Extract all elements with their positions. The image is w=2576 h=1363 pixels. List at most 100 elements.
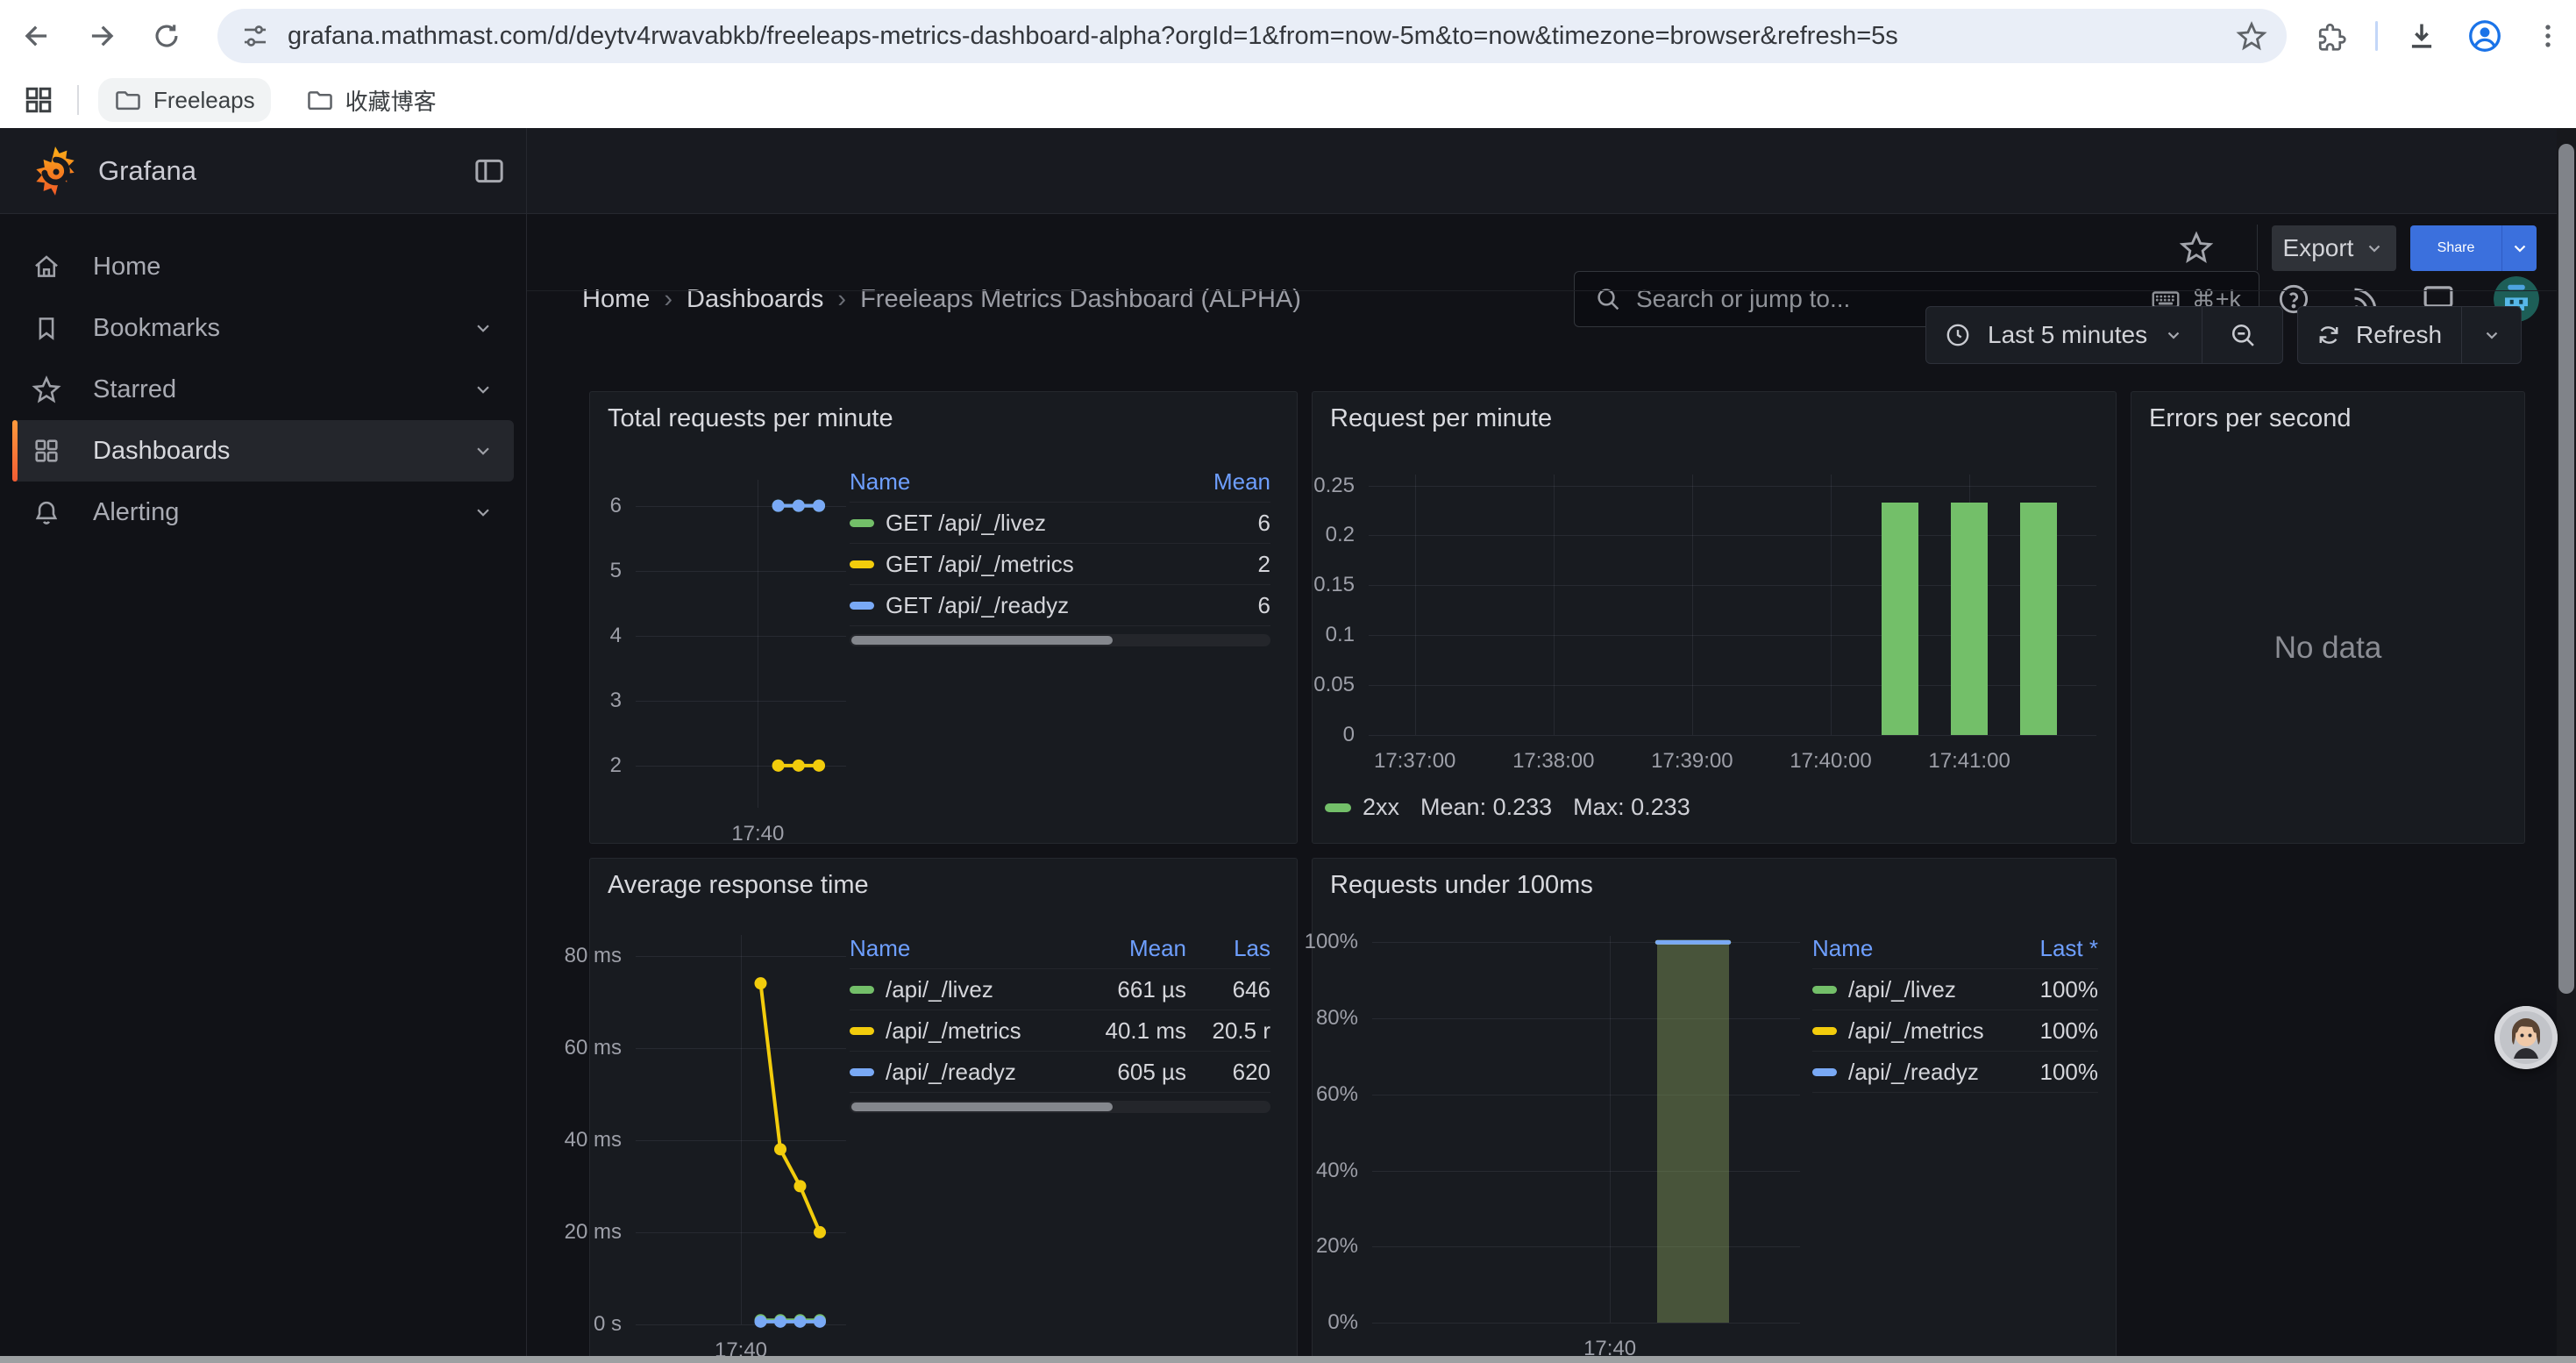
legend-series[interactable]: /api/_/readyz (850, 1059, 1058, 1086)
legend-header[interactable]: Name (850, 468, 1174, 496)
share-button[interactable]: Share (2410, 225, 2537, 271)
legend-series[interactable]: /api/_/livez (850, 976, 1058, 1003)
star-icon (2179, 230, 2214, 265)
browser-forward-button[interactable] (82, 17, 121, 55)
panel-title[interactable]: Total requests per minute (608, 404, 893, 433)
downloads-button[interactable] (2402, 17, 2441, 55)
legend-scrollbar-thumb[interactable] (851, 1103, 1113, 1111)
legend-inline: 2xx Mean: 0.233 Max: 0.233 (1325, 794, 1690, 821)
legend-series[interactable]: /api/_/metrics (850, 1017, 1058, 1045)
grid-icon (32, 436, 61, 466)
y-axis-tick: 0.25 (1313, 474, 1355, 498)
favorite-dashboard-button[interactable] (2179, 230, 2214, 265)
gridline (1369, 486, 2096, 487)
y-axis-tick: 0 s (594, 1312, 622, 1337)
legend-header[interactable]: Las (1186, 935, 1270, 962)
legend-series[interactable]: /api/_/livez (1812, 976, 2002, 1003)
page-scrollbar-thumb[interactable] (2558, 144, 2574, 994)
browser-back-button[interactable] (18, 17, 56, 55)
page-scrollbar (2557, 128, 2576, 1356)
legend-header[interactable]: Last * (2002, 935, 2098, 962)
legend-row: /api/_/readyz605 µs620 (850, 1052, 1270, 1093)
apps-grid-button[interactable] (23, 84, 54, 116)
legend-row: GET /api/_/livez6 (850, 503, 1270, 544)
browser-profile-button[interactable] (2466, 17, 2504, 55)
series-name: GET /api/_/readyz (886, 592, 1069, 619)
legend-series[interactable]: GET /api/_/readyz (850, 592, 1174, 619)
chart-plot-area[interactable]: 0.250.20.150.10.05017:37:0017:38:0017:39… (1369, 475, 2096, 735)
series-name: GET /api/_/metrics (886, 551, 1074, 578)
chart-plot-area[interactable]: 100%80%60%40%20%0%17:40 (1372, 936, 1800, 1323)
legend-header[interactable]: Name (1812, 935, 2002, 962)
address-bar[interactable]: grafana.mathmast.com/d/deytv4rwavabkb/fr… (217, 9, 2287, 63)
extensions-button[interactable] (2312, 17, 2351, 55)
bookmark-folder-freeleaps[interactable]: Freeleaps (98, 78, 271, 122)
browser-reload-button[interactable] (147, 17, 186, 55)
grafana-brand[interactable]: Grafana (98, 128, 196, 214)
sidebar-item-starred[interactable]: Starred (12, 359, 514, 420)
export-button[interactable]: Export (2272, 225, 2396, 271)
bookmark-icon (32, 313, 61, 343)
gridline (1831, 475, 1832, 735)
zoom-out-time-button[interactable] (2202, 320, 2282, 350)
chart-plot-area[interactable]: 6543217:40 (636, 480, 846, 808)
legend-row: /api/_/livez661 µs646 (850, 969, 1270, 1010)
sidebar-item-home[interactable]: Home (12, 236, 514, 297)
series-swatch (1812, 1027, 1837, 1035)
y-axis-tick: 80 ms (565, 944, 622, 968)
panel-errors-per-second: Errors per second No data (2131, 391, 2525, 844)
grafana-logo[interactable] (26, 142, 84, 200)
y-axis-tick: 60% (1316, 1082, 1358, 1107)
sidebar-toggle-button[interactable] (472, 153, 507, 189)
refresh-button[interactable] (2316, 322, 2342, 348)
legend-series[interactable]: /api/_/metrics (1812, 1017, 2002, 1045)
refresh-label[interactable]: Refresh (2356, 321, 2442, 349)
bookmark-folder-blogs[interactable]: 收藏博客 (290, 76, 452, 125)
url-text[interactable]: grafana.mathmast.com/d/deytv4rwavabkb/fr… (288, 22, 2236, 51)
sidebar-item-alerting[interactable]: Alerting (12, 482, 514, 543)
legend-header[interactable]: Name (850, 935, 1058, 962)
chevron-down-icon (2163, 325, 2184, 346)
time-range-chevron[interactable] (2163, 325, 2184, 346)
bar (2020, 503, 2057, 735)
browser-menu-button[interactable] (2529, 17, 2567, 55)
time-range-picker[interactable] (1944, 321, 1972, 349)
site-settings-icon[interactable] (240, 21, 270, 51)
back-arrow-icon (20, 19, 53, 53)
panel-title[interactable]: Errors per second (2149, 404, 2352, 433)
legend-header[interactable]: Mean (1058, 935, 1186, 962)
profile-avatar-icon (2466, 18, 2503, 54)
sidebar-item-bookmarks[interactable]: Bookmarks (12, 297, 514, 359)
legend-series[interactable]: GET /api/_/metrics (850, 551, 1174, 578)
time-range-label[interactable]: Last 5 minutes (1988, 321, 2147, 349)
chevron-down-icon[interactable] (472, 501, 495, 524)
share-menu-button[interactable] (2501, 225, 2537, 271)
legend-scrollbar-thumb[interactable] (851, 636, 1113, 645)
folder-icon (306, 86, 334, 114)
chevron-down-icon[interactable] (472, 439, 495, 462)
floating-assistant-avatar[interactable] (2494, 1006, 2558, 1069)
puzzle-icon (2316, 20, 2347, 52)
no-data-message: No data (2131, 631, 2524, 666)
y-axis-tick: 60 ms (565, 1036, 622, 1060)
refresh-interval-dropdown[interactable] (2462, 325, 2521, 346)
legend-header[interactable]: Mean (1174, 468, 1270, 496)
y-axis-tick: 2 (610, 753, 622, 778)
sidebar-item-dashboards[interactable]: Dashboards (12, 420, 514, 482)
panel-average-response-time: Average response time 80 ms60 ms40 ms20 … (589, 858, 1298, 1363)
panel-title[interactable]: Requests under 100ms (1330, 871, 1593, 900)
series-name: /api/_/livez (1848, 976, 1956, 1003)
chart-plot-area[interactable]: 80 ms60 ms40 ms20 ms0 s17:40 (636, 935, 846, 1324)
legend-max: Max: 0.233 (1573, 794, 1690, 821)
legend-series[interactable]: GET /api/_/livez (850, 510, 1174, 537)
legend-series[interactable]: 2xx (1325, 794, 1399, 821)
chevron-down-icon[interactable] (472, 378, 495, 401)
panel-title[interactable]: Request per minute (1330, 404, 1552, 433)
legend-series[interactable]: /api/_/readyz (1812, 1059, 2002, 1086)
panel-title[interactable]: Average response time (608, 871, 869, 900)
reload-icon (151, 20, 182, 52)
legend-value: 646 (1186, 976, 1270, 1003)
chevron-down-icon[interactable] (472, 317, 495, 339)
bookmark-star-icon[interactable] (2236, 20, 2267, 52)
y-axis-tick: 80% (1316, 1006, 1358, 1031)
